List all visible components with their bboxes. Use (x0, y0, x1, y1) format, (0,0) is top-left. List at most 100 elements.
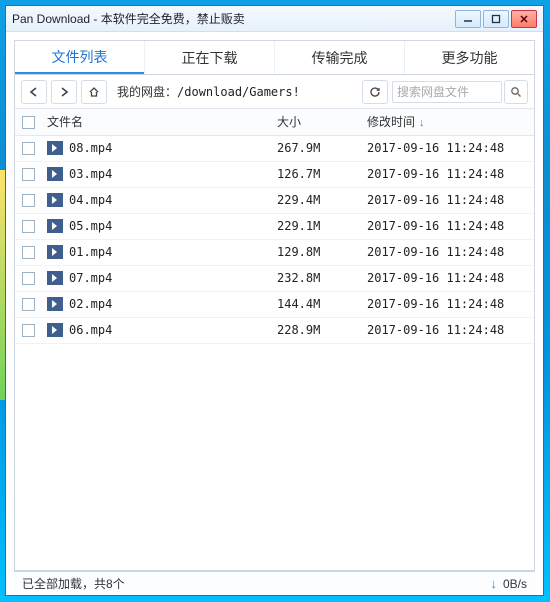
file-name-cell[interactable]: 08.mp4 (41, 135, 271, 161)
row-checkbox[interactable] (22, 142, 35, 155)
row-checkbox-cell[interactable] (15, 135, 41, 161)
file-time-cell: 2017-09-16 11:24:48 (361, 317, 534, 343)
file-size-cell: 129.8M (271, 239, 361, 265)
file-name-cell[interactable]: 02.mp4 (41, 291, 271, 317)
file-size-cell: 144.4M (271, 291, 361, 317)
tab-label: 文件列表 (52, 47, 108, 67)
file-name-cell[interactable]: 01.mp4 (41, 239, 271, 265)
file-name: 05.mp4 (69, 219, 112, 233)
path-prefix: 我的网盘： (117, 85, 177, 99)
status-text: 已全部加载，共8个 (22, 575, 125, 592)
home-icon (88, 86, 100, 98)
file-name-cell[interactable]: 07.mp4 (41, 265, 271, 291)
app-window: Pan Download - 本软件完全免费，禁止贩卖 文件列表 正在下载 传输完成… (5, 5, 544, 596)
path-value: /download/Gamers! (177, 85, 300, 99)
file-table-scroll[interactable]: 文件名 大小 修改时间↓ 08.mp4267.9M2017-09-16 11:2… (15, 109, 534, 570)
download-arrow-icon: ↓ (490, 576, 497, 591)
refresh-button[interactable] (362, 80, 388, 104)
maximize-icon (491, 14, 501, 24)
tab-1[interactable]: 正在下载 (144, 41, 274, 74)
file-time-cell: 2017-09-16 11:24:48 (361, 213, 534, 239)
video-file-icon (47, 297, 63, 311)
file-size-cell: 232.8M (271, 265, 361, 291)
file-size-cell: 267.9M (271, 135, 361, 161)
file-time-cell: 2017-09-16 11:24:48 (361, 291, 534, 317)
select-all-checkbox[interactable] (22, 116, 35, 129)
file-name-cell[interactable]: 06.mp4 (41, 317, 271, 343)
header-name[interactable]: 文件名 (41, 109, 271, 135)
table-row[interactable]: 08.mp4267.9M2017-09-16 11:24:48 (15, 135, 534, 161)
row-checkbox-cell[interactable] (15, 265, 41, 291)
header-checkbox-cell[interactable] (15, 109, 41, 135)
table-header-row: 文件名 大小 修改时间↓ (15, 109, 534, 135)
arrow-left-icon (28, 86, 40, 98)
file-name: 04.mp4 (69, 193, 112, 207)
window-title: Pan Download - 本软件完全免费，禁止贩卖 (12, 10, 455, 27)
nav-back-button[interactable] (21, 80, 47, 104)
header-time[interactable]: 修改时间↓ (361, 109, 534, 135)
minimize-button[interactable] (455, 10, 481, 28)
row-checkbox[interactable] (22, 220, 35, 233)
file-name: 07.mp4 (69, 271, 112, 285)
file-name-cell[interactable]: 03.mp4 (41, 161, 271, 187)
tab-0[interactable]: 文件列表 (15, 41, 144, 74)
video-file-icon (47, 323, 63, 337)
file-name: 02.mp4 (69, 297, 112, 311)
tab-label: 传输完成 (312, 48, 368, 68)
maximize-button[interactable] (483, 10, 509, 28)
row-checkbox-cell[interactable] (15, 161, 41, 187)
search-button[interactable] (504, 80, 528, 104)
nav-home-button[interactable] (81, 80, 107, 104)
video-file-icon (47, 219, 63, 233)
file-name: 03.mp4 (69, 167, 112, 181)
file-size-cell: 229.4M (271, 187, 361, 213)
row-checkbox[interactable] (22, 168, 35, 181)
file-time-cell: 2017-09-16 11:24:48 (361, 135, 534, 161)
row-checkbox[interactable] (22, 298, 35, 311)
file-name-cell[interactable]: 04.mp4 (41, 187, 271, 213)
search-input[interactable] (392, 81, 502, 103)
table-row[interactable]: 04.mp4 229.4M2017-09-16 11:24:48 (15, 187, 534, 213)
row-checkbox[interactable] (22, 324, 35, 337)
speed-value: 0B/s (503, 577, 527, 591)
arrow-right-icon (58, 86, 70, 98)
row-checkbox-cell[interactable] (15, 239, 41, 265)
tab-label: 更多功能 (442, 48, 498, 68)
file-size-cell: 228.9M (271, 317, 361, 343)
video-file-icon (47, 245, 63, 259)
row-checkbox-cell[interactable] (15, 291, 41, 317)
video-file-icon (47, 167, 63, 181)
row-checkbox[interactable] (22, 272, 35, 285)
window-controls (455, 10, 537, 28)
row-checkbox-cell[interactable] (15, 213, 41, 239)
titlebar[interactable]: Pan Download - 本软件完全免费，禁止贩卖 (6, 6, 543, 32)
header-size[interactable]: 大小 (271, 109, 361, 135)
status-bar: 已全部加载，共8个 ↓ 0B/s (14, 571, 535, 595)
tab-label: 正在下载 (182, 48, 238, 68)
table-row[interactable]: 01.mp4 129.8M2017-09-16 11:24:48 (15, 239, 534, 265)
search-icon (510, 86, 522, 98)
table-row[interactable]: 02.mp4 144.4M2017-09-16 11:24:48 (15, 291, 534, 317)
close-button[interactable] (511, 10, 537, 28)
tab-3[interactable]: 更多功能 (404, 41, 534, 74)
row-checkbox[interactable] (22, 246, 35, 259)
file-size-cell: 229.1M (271, 213, 361, 239)
nav-forward-button[interactable] (51, 80, 77, 104)
file-name: 01.mp4 (69, 245, 112, 259)
sort-indicator-icon: ↓ (419, 117, 425, 129)
table-row[interactable]: 03.mp4126.7M2017-09-16 11:24:48 (15, 161, 534, 187)
table-row[interactable]: 06.mp4 228.9M2017-09-16 11:24:48 (15, 317, 534, 343)
row-checkbox-cell[interactable] (15, 187, 41, 213)
row-checkbox-cell[interactable] (15, 317, 41, 343)
file-table: 文件名 大小 修改时间↓ 08.mp4267.9M2017-09-16 11:2… (15, 109, 534, 344)
file-name-cell[interactable]: 05.mp4 (41, 213, 271, 239)
table-row[interactable]: 07.mp4232.8M2017-09-16 11:24:48 (15, 265, 534, 291)
file-time-cell: 2017-09-16 11:24:48 (361, 239, 534, 265)
file-name: 06.mp4 (69, 323, 112, 337)
table-row[interactable]: 05.mp4 229.1M2017-09-16 11:24:48 (15, 213, 534, 239)
tab-2[interactable]: 传输完成 (274, 41, 404, 74)
file-time-cell: 2017-09-16 11:24:48 (361, 161, 534, 187)
video-file-icon (47, 271, 63, 285)
file-time-cell: 2017-09-16 11:24:48 (361, 187, 534, 213)
row-checkbox[interactable] (22, 194, 35, 207)
